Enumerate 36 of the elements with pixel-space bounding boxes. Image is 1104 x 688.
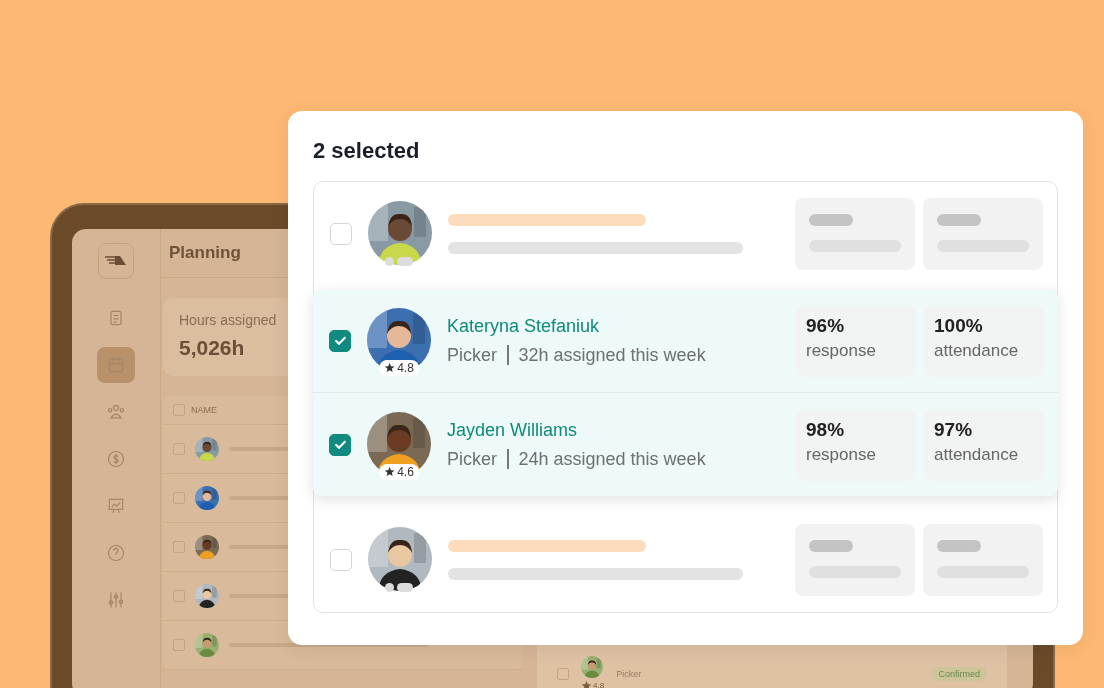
- checkbox[interactable]: [173, 492, 185, 504]
- checkbox[interactable]: [329, 329, 351, 352]
- check-icon: [333, 334, 347, 347]
- calendar-icon[interactable]: [97, 347, 135, 383]
- worker-name: Jayden Williams: [447, 419, 579, 441]
- rating-placeholder: [385, 257, 413, 266]
- worker-name: Kateryna Stefaniuk: [447, 315, 601, 337]
- checkbox[interactable]: [173, 590, 185, 602]
- stat-tile: 98% response: [796, 408, 916, 481]
- rating-label: 4.8: [581, 680, 605, 688]
- assigned-hours: 32h assigned this week: [518, 344, 706, 366]
- worker-role: Picker: [447, 344, 497, 366]
- star-icon: [384, 466, 396, 477]
- status-badge: Confirmed: [931, 666, 987, 681]
- column-header: NAME: [191, 405, 217, 415]
- star-icon: [384, 362, 396, 373]
- checkbox[interactable]: [329, 433, 351, 456]
- checkbox[interactable]: [173, 443, 185, 455]
- check-icon: [333, 438, 347, 451]
- star-icon: [581, 680, 592, 688]
- stat-tile: 97% attendance: [924, 408, 1044, 481]
- checkbox[interactable]: [557, 667, 569, 680]
- stat-label: Hours assigned: [179, 312, 278, 328]
- logo-icon: [98, 243, 134, 279]
- stat-tile: 100% attendance: [924, 304, 1044, 377]
- stat-tile: 96% response: [796, 304, 916, 377]
- worker-role: Picker: [447, 448, 497, 470]
- assigned-hours: 24h assigned this week: [518, 448, 706, 470]
- dialog-title: 2 selected: [313, 137, 421, 165]
- checkbox[interactable]: [173, 404, 185, 416]
- checkbox[interactable]: [173, 541, 185, 553]
- worker-role: Picker: [616, 668, 642, 679]
- rating-placeholder: [385, 583, 413, 592]
- page-title: Planning: [169, 243, 241, 263]
- checkbox[interactable]: [173, 639, 185, 651]
- stat-value: 5,026h: [179, 336, 246, 360]
